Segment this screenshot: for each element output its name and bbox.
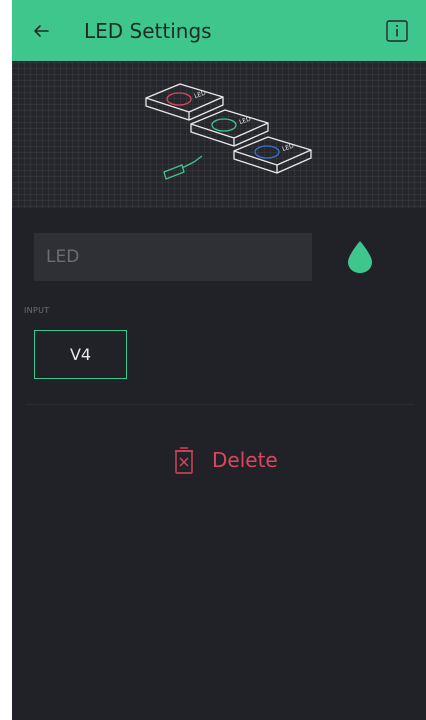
widget-illustration: LED LED LED <box>12 62 426 208</box>
connector-cable <box>163 155 203 180</box>
led-widgets-illustration: LED LED LED <box>145 83 312 180</box>
led-settings-screen: LED Settings LED LED LED LED INPUT V4 De… <box>12 0 426 720</box>
info-icon <box>386 20 408 42</box>
info-button[interactable] <box>386 20 408 42</box>
led-block-red <box>145 83 224 121</box>
pin-value: V4 <box>69 345 92 364</box>
led-block-label: LED <box>193 89 207 99</box>
back-button[interactable] <box>26 16 56 46</box>
led-block-label: LED <box>238 115 252 125</box>
divider <box>26 404 414 405</box>
color-picker-button[interactable] <box>345 238 375 276</box>
delete-label: Delete <box>212 448 278 472</box>
page-title: LED Settings <box>84 19 212 43</box>
drop-icon <box>348 241 372 273</box>
input-section-label: INPUT <box>24 306 50 315</box>
led-block-blue <box>233 136 312 174</box>
arrow-left-icon <box>34 25 49 37</box>
trash-icon <box>172 445 196 475</box>
led-block-label: LED <box>281 142 295 152</box>
widget-name-input[interactable] <box>34 233 312 281</box>
pin-select-button[interactable]: V4 <box>34 330 127 379</box>
delete-button[interactable]: Delete <box>172 443 278 477</box>
led-block-green <box>190 109 269 147</box>
app-bar: LED Settings <box>12 0 426 61</box>
